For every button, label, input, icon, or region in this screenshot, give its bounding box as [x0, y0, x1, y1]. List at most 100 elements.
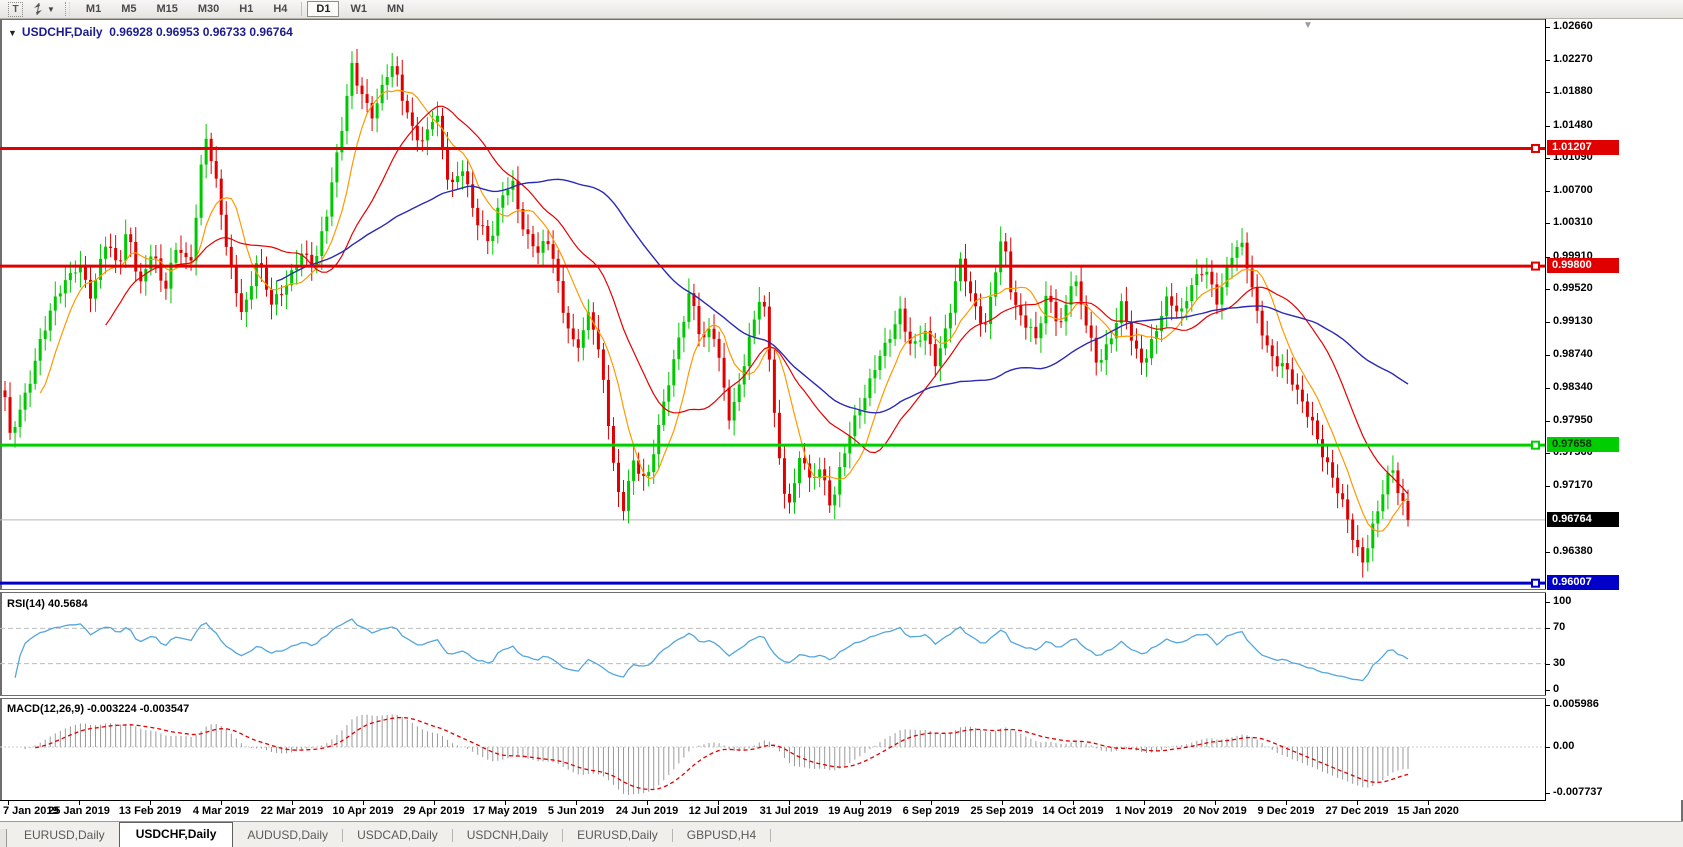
timeframe-button-h1[interactable]: H1: [230, 1, 262, 17]
date-label: 29 Apr 2019: [403, 805, 464, 817]
rsi-scale-label: 100: [1553, 595, 1571, 607]
timeframe-button-mn[interactable]: MN: [378, 1, 413, 17]
chart-tab-bar: EURUSD,DailyUSDCHF,DailyAUDUSD,DailyUSDC…: [0, 821, 1683, 847]
date-tick-mark: [221, 801, 222, 805]
timeframe-button-m5[interactable]: M5: [112, 1, 145, 17]
price-tick-label: 0.96380: [1553, 545, 1593, 557]
date-axis[interactable]: 7 Jan 201925 Jan 201913 Feb 20194 Mar 20…: [0, 800, 1546, 821]
date-label: 27 Dec 2019: [1326, 805, 1389, 817]
date-tick-mark: [363, 801, 364, 805]
date-label: 25 Sep 2019: [971, 805, 1034, 817]
date-tick-mark: [789, 801, 790, 805]
macd-tick-mark: [1546, 747, 1550, 748]
macd-scale-label: 0.005986: [1553, 698, 1599, 710]
date-tick-mark: [1144, 801, 1145, 805]
macd-scale-label: -0.007737: [1553, 786, 1603, 798]
price-tick-mark: [1546, 355, 1550, 356]
timeframe-button-m1[interactable]: M1: [77, 1, 110, 17]
date-tick-mark: [1073, 801, 1074, 805]
toolbar: T ▼ M1M5M15M30H1H4 D1W1MN: [0, 0, 1683, 19]
date-tick-mark: [647, 801, 648, 805]
current-price-badge: 0.96764: [1547, 512, 1619, 527]
tab-gbpusd-h4[interactable]: GBPUSD,H4: [673, 824, 770, 847]
date-label: 14 Oct 2019: [1042, 805, 1103, 817]
timeframe-button-h4[interactable]: H4: [264, 1, 296, 17]
rsi-label: RSI(14) 40.5684: [7, 598, 88, 610]
rsi-tick-mark: [1546, 602, 1550, 603]
date-label: 31 Jul 2019: [760, 805, 819, 817]
price-tick-mark: [1546, 421, 1550, 422]
date-tick-mark: [1357, 801, 1358, 805]
price-tick-mark: [1546, 486, 1550, 487]
chevron-down-icon: ▼: [47, 5, 55, 14]
macd-scale-label: 0.00: [1553, 740, 1574, 752]
price-tick-mark: [1546, 388, 1550, 389]
date-tick-mark: [1002, 801, 1003, 805]
date-label: 6 Sep 2019: [903, 805, 960, 817]
date-label: 10 Apr 2019: [332, 805, 393, 817]
rsi-scale-label: 70: [1553, 621, 1565, 633]
date-label: 17 May 2019: [473, 805, 537, 817]
tab-audusd-daily[interactable]: AUDUSD,Daily: [233, 824, 342, 847]
date-tick-mark: [576, 801, 577, 805]
date-tick-mark: [931, 801, 932, 805]
price-tick-label: 1.01880: [1553, 85, 1593, 97]
date-tick-mark: [150, 801, 151, 805]
tab-usdcnh-daily[interactable]: USDCNH,Daily: [453, 824, 562, 847]
price-tick-label: 1.00310: [1553, 216, 1593, 228]
date-tick-mark: [1286, 801, 1287, 805]
date-label: 5 Jun 2019: [548, 805, 604, 817]
timeframe-button-w1[interactable]: W1: [341, 1, 376, 17]
rsi-canvas[interactable]: [0, 593, 1545, 695]
price-tick-mark: [1546, 158, 1550, 159]
price-tick-label: 1.02660: [1553, 20, 1593, 32]
date-label: 9 Dec 2019: [1258, 805, 1315, 817]
rsi-scale-label: 30: [1553, 657, 1565, 669]
date-label: 12 Jul 2019: [689, 805, 748, 817]
date-label: 25 Jan 2019: [48, 805, 110, 817]
collapse-triangle-icon[interactable]: ▼: [8, 28, 17, 38]
macd-tick-mark: [1546, 793, 1550, 794]
macd-label: MACD(12,26,9) -0.003224 -0.003547: [7, 703, 189, 715]
tab-stub[interactable]: [0, 829, 7, 847]
date-tick-mark: [434, 801, 435, 805]
text-tool-button[interactable]: T: [4, 1, 27, 18]
price-tick-label: 0.98740: [1553, 348, 1593, 360]
price-tick-label: 0.99130: [1553, 315, 1593, 327]
price-tick-label: 1.01480: [1553, 119, 1593, 131]
date-label: 4 Mar 2019: [193, 805, 249, 817]
date-tick-mark: [1215, 801, 1216, 805]
macd-canvas[interactable]: [0, 699, 1545, 800]
date-label: 22 Mar 2019: [261, 805, 323, 817]
price-tick-label: 0.99520: [1553, 282, 1593, 294]
tab-eurusd-daily[interactable]: EURUSD,Daily: [10, 824, 119, 847]
chart-title-symbol: USDCHF,Daily: [22, 25, 103, 39]
price-tick-mark: [1546, 92, 1550, 93]
tab-usdchf-daily[interactable]: USDCHF,Daily: [119, 822, 234, 847]
date-tick-mark: [505, 801, 506, 805]
level-price-badge: 0.99800: [1547, 258, 1619, 273]
date-label: 15 Jan 2020: [1397, 805, 1459, 817]
rsi-value: 40.5684: [48, 598, 88, 610]
price-tick-label: 0.98340: [1553, 381, 1593, 393]
date-label: 20 Nov 2019: [1183, 805, 1247, 817]
price-tick-mark: [1546, 552, 1550, 553]
date-tick-mark: [860, 801, 861, 805]
main-chart-canvas[interactable]: [0, 19, 1545, 591]
tab-eurusd-daily[interactable]: EURUSD,Daily: [563, 824, 672, 847]
scroll-to-end-icon: ▼: [1303, 20, 1313, 31]
tab-usdcad-daily[interactable]: USDCAD,Daily: [343, 824, 452, 847]
chart-title-ohlc: 0.96928 0.96953 0.96733 0.96764: [109, 25, 293, 39]
timeframe-button-m15[interactable]: M15: [147, 1, 186, 17]
cursor-style-button[interactable]: ▼: [27, 1, 59, 18]
date-label: 19 Aug 2019: [828, 805, 892, 817]
rsi-tick-mark: [1546, 664, 1550, 665]
timeframe-button-m30[interactable]: M30: [189, 1, 228, 17]
timeframe-button-d1[interactable]: D1: [307, 1, 339, 17]
price-axis[interactable]: 1.026601.022701.018801.014801.010901.007…: [1546, 19, 1683, 800]
mt4-window: T ▼ M1M5M15M30H1H4 D1W1MN ▼ USDCHF,Daily 0…: [0, 0, 1683, 847]
price-tick-label: 1.02270: [1553, 53, 1593, 65]
toolbar-separator: [301, 2, 302, 16]
rsi-scale-label: 0: [1553, 683, 1559, 695]
price-tick-label: 1.00700: [1553, 184, 1593, 196]
